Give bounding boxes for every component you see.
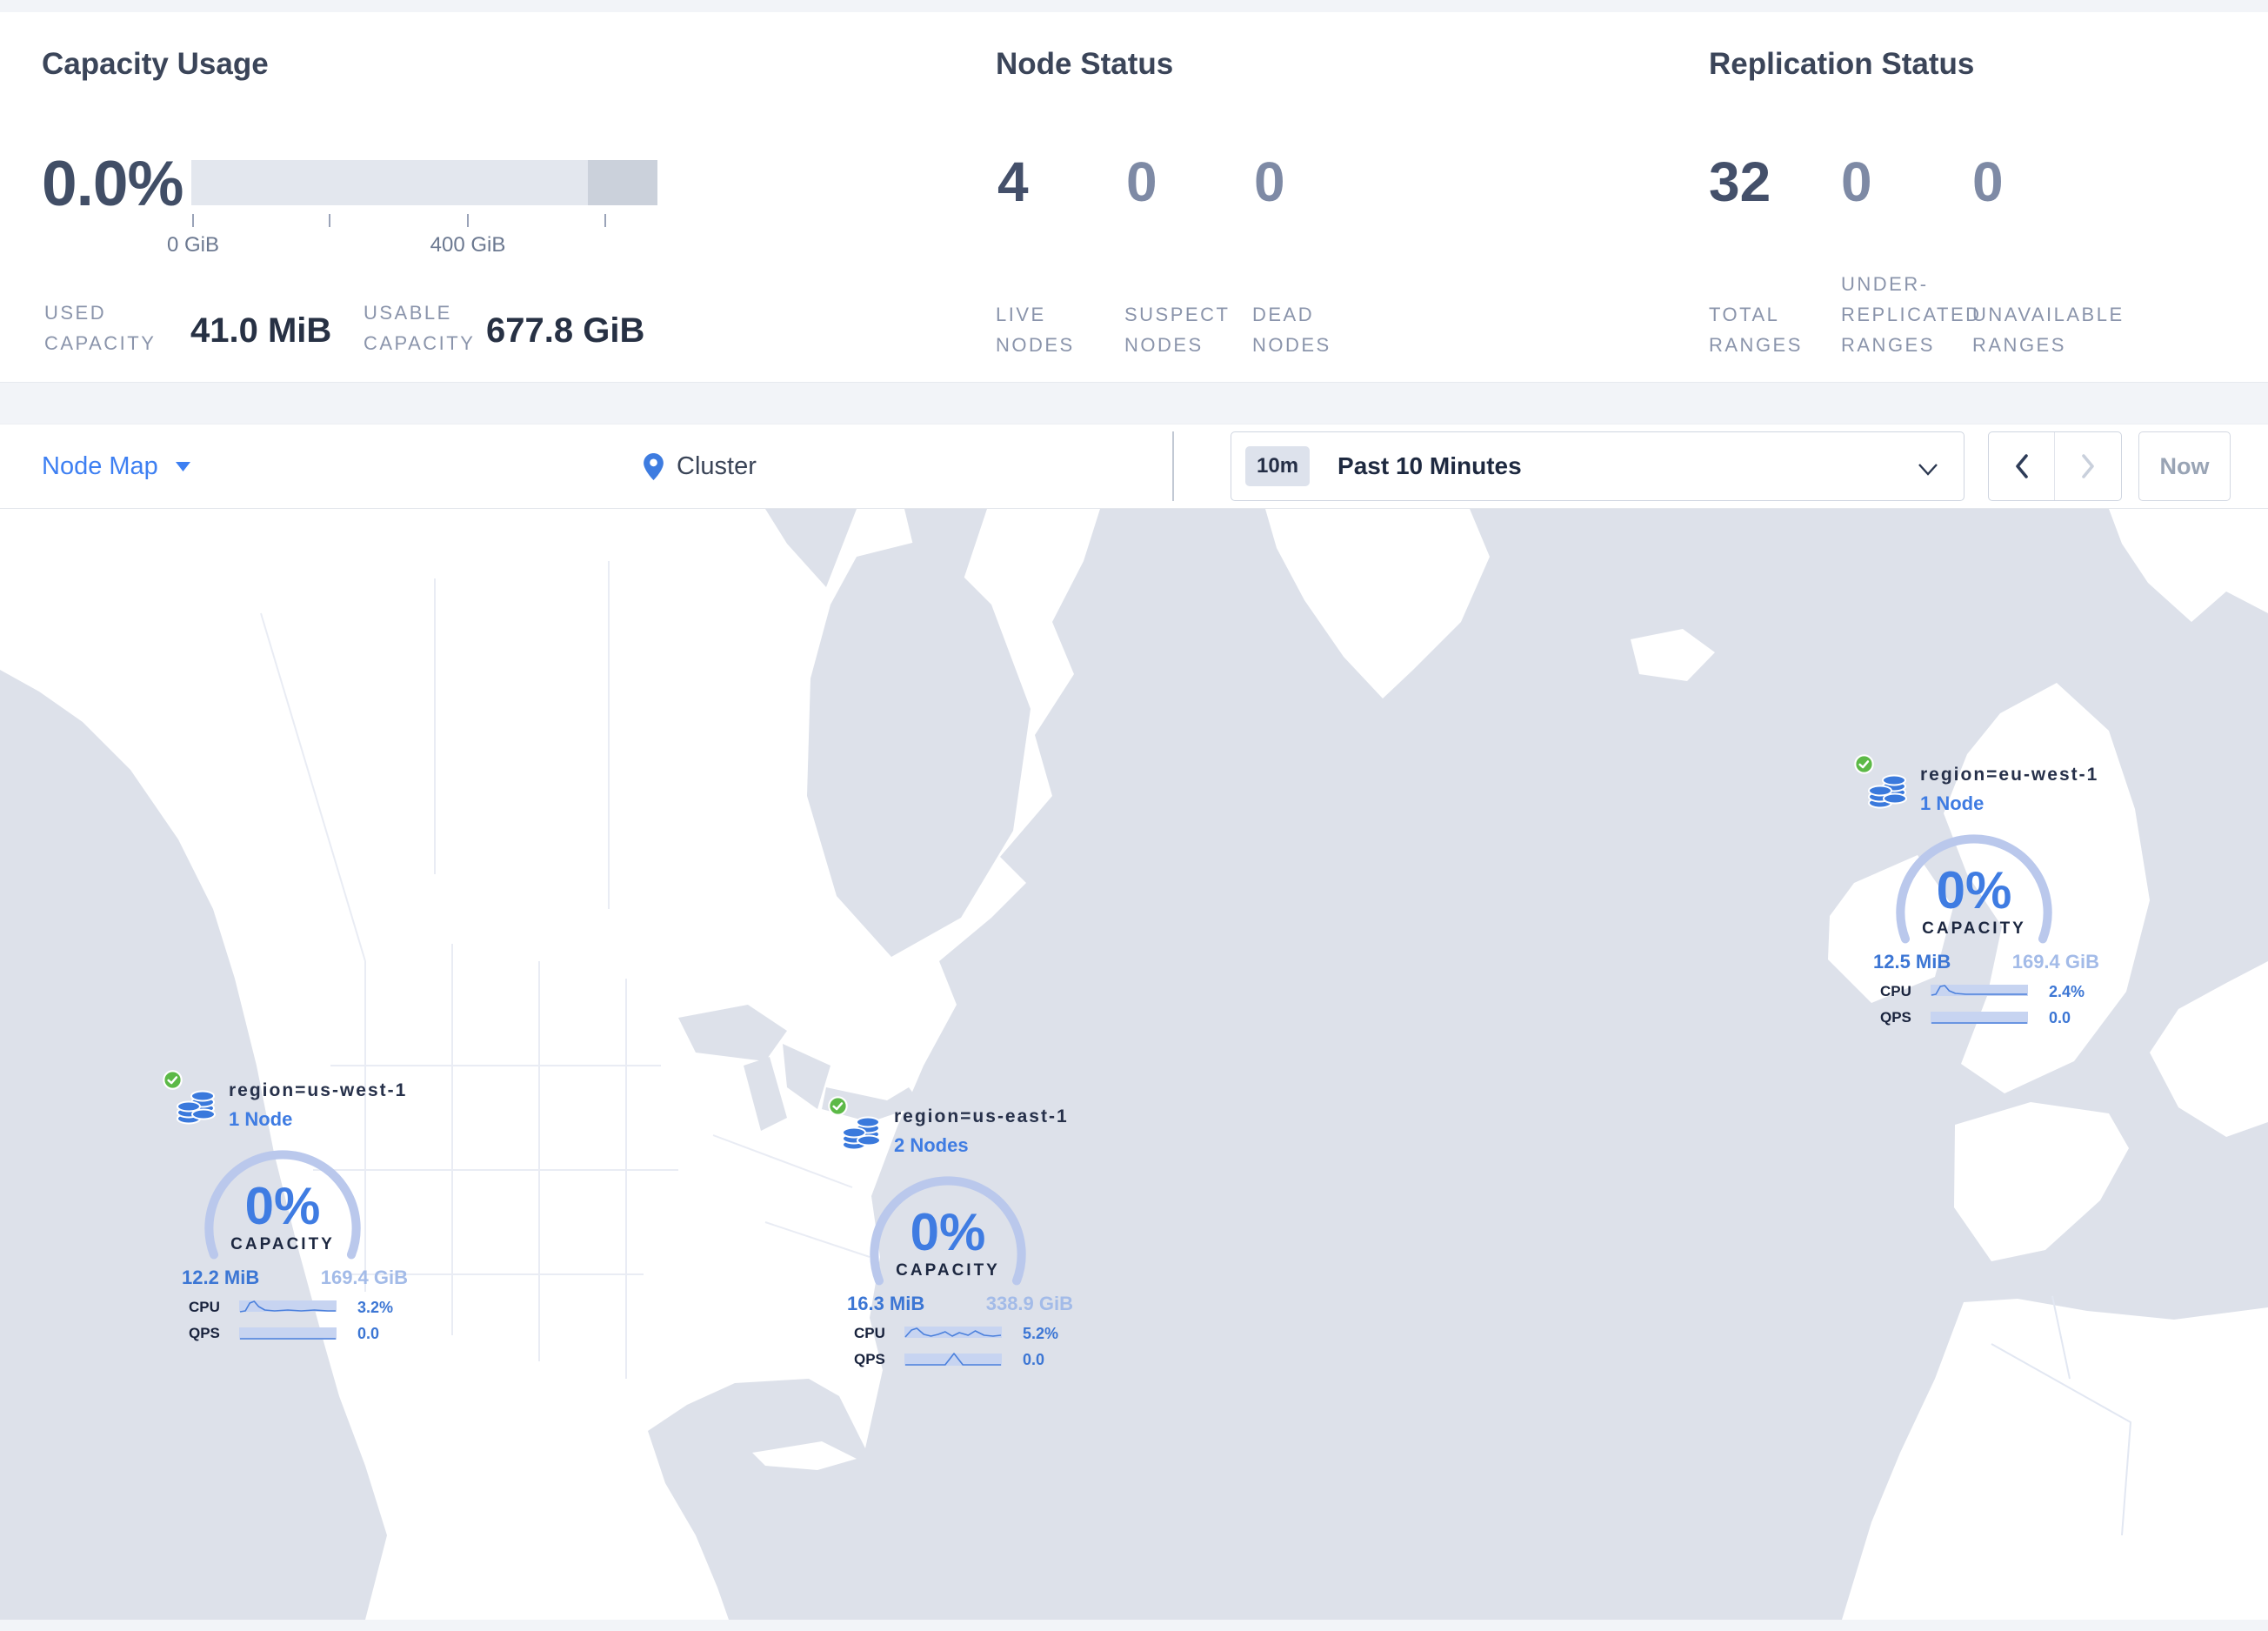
chevron-down-icon: [1918, 464, 1938, 476]
capacity-bar-end-segment: [588, 160, 657, 205]
used-capacity-label: USED CAPACITY: [44, 302, 157, 354]
database-stack-icon: [1868, 774, 1907, 809]
qps-value: 0.0: [1023, 1350, 1045, 1368]
capacity-total-value: 338.9 GiB: [985, 1293, 1073, 1314]
total-ranges-label: TOTAL RANGES: [1709, 304, 1803, 356]
suspect-nodes-label: SUSPECT NODES: [1124, 304, 1231, 356]
cpu-label: CPU: [189, 1299, 220, 1315]
used-capacity-value: 41.0 MiB: [190, 311, 332, 350]
toolbar-divider: [1172, 431, 1174, 501]
capacity-axis-tick: [604, 214, 606, 227]
map-toolbar: Node Map Cluster 10m Past 10 Minutes Now: [0, 424, 2268, 509]
breadcrumb[interactable]: Cluster: [644, 424, 757, 508]
map-pin-icon: [644, 452, 664, 480]
qps-label: QPS: [1880, 1009, 1911, 1026]
capacity-used-value: 12.2 MiB: [182, 1267, 260, 1288]
capacity-usage-title: Capacity Usage: [42, 47, 269, 81]
total-ranges-value: 32: [1709, 150, 1771, 213]
previous-time-window-button[interactable]: [1989, 432, 2055, 500]
cpu-sparkline: [1931, 985, 2028, 996]
capacity-axis-label-400: 400 GiB: [430, 233, 506, 257]
capacity-axis-tick: [329, 214, 330, 227]
capacity-axis-label-0: 0 GiB: [166, 233, 220, 257]
replication-status-title: Replication Status: [1709, 47, 1975, 81]
capacity-axis-tick: [467, 214, 469, 227]
node-count-link[interactable]: 1 Node: [229, 1108, 407, 1131]
node-count-link[interactable]: 1 Node: [1920, 792, 2098, 815]
region-marker-us-west-1[interactable]: region=us-west-1 1 Node 0% CAPACITY 12.2…: [163, 1070, 415, 1347]
cpu-label: CPU: [1880, 983, 1911, 999]
chevron-left-icon: [2015, 454, 2028, 478]
breadcrumb-label: Cluster: [677, 451, 757, 480]
qps-value: 0.0: [2049, 1008, 2071, 1026]
caret-down-icon: [175, 461, 190, 471]
suspect-nodes-value: 0: [1126, 150, 1157, 213]
capacity-gauge-percent: 0%: [910, 1203, 986, 1261]
time-window-arrows: [1988, 431, 2122, 501]
database-stack-icon: [177, 1090, 216, 1125]
dead-nodes-label: DEAD NODES: [1252, 304, 1331, 356]
view-selector-dropdown[interactable]: Node Map: [42, 424, 190, 508]
capacity-gauge-label: CAPACITY: [230, 1235, 335, 1253]
capacity-used-value: 12.5 MiB: [1873, 951, 1951, 973]
database-stack-icon: [842, 1116, 881, 1151]
qps-label: QPS: [854, 1351, 885, 1367]
capacity-gauge-label: CAPACITY: [1922, 919, 2026, 938]
unavailable-ranges-label: UNAVAILABLE RANGES: [1972, 304, 2125, 356]
under-replicated-ranges-label: UNDER- REPLICATED RANGES: [1841, 273, 1982, 356]
node-map-page: Capacity Usage 0.0% 0 GiB 400 GiB USED C…: [0, 0, 2268, 1631]
time-range-dropdown[interactable]: 10m Past 10 Minutes: [1231, 431, 1964, 501]
view-selector-label: Node Map: [42, 451, 158, 480]
node-map[interactable]: region=us-west-1 1 Node 0% CAPACITY 12.2…: [0, 509, 2268, 1620]
cpu-value: 3.2%: [357, 1298, 394, 1316]
capacity-gauge-percent: 0%: [1936, 861, 2012, 919]
qps-sparkline: [904, 1353, 1002, 1366]
region-marker-eu-west-1[interactable]: region=eu-west-1 1 Node 0% CAPACITY 12.5…: [1854, 754, 2106, 1031]
capacity-total-value: 169.4 GiB: [320, 1267, 408, 1288]
qps-sparkline: [239, 1327, 337, 1340]
capacity-total-value: 169.4 GiB: [2011, 951, 2099, 973]
dead-nodes-value: 0: [1254, 150, 1285, 213]
time-range-label: Past 10 Minutes: [1337, 452, 1522, 479]
time-range-badge: 10m: [1245, 446, 1311, 486]
cpu-value: 2.4%: [2049, 982, 2085, 1000]
cpu-sparkline: [239, 1300, 337, 1313]
live-nodes-label: LIVE NODES: [996, 304, 1075, 356]
qps-sparkline: [1931, 1012, 2028, 1024]
under-replicated-ranges-value: 0: [1841, 150, 1872, 213]
node-status-title: Node Status: [996, 47, 1174, 81]
qps-value: 0.0: [357, 1324, 380, 1342]
qps-label: QPS: [189, 1325, 220, 1341]
capacity-used-value: 16.3 MiB: [847, 1293, 925, 1314]
cpu-label: CPU: [854, 1325, 885, 1341]
region-label: region=us-east-1: [894, 1106, 1069, 1126]
world-map-graphic: [0, 509, 2268, 1620]
node-count-link[interactable]: 2 Nodes: [894, 1134, 1069, 1157]
region-label: region=eu-west-1: [1920, 765, 2099, 785]
capacity-axis-tick: [192, 214, 194, 227]
cluster-summary-panel: Capacity Usage 0.0% 0 GiB 400 GiB USED C…: [0, 12, 2268, 383]
capacity-usage-bar: [191, 160, 657, 205]
capacity-gauge-label: CAPACITY: [896, 1261, 1000, 1280]
usable-capacity-label: USABLE CAPACITY: [364, 302, 476, 354]
live-nodes-value: 4: [997, 150, 1029, 213]
cpu-sparkline: [904, 1327, 1002, 1338]
unavailable-ranges-value: 0: [1972, 150, 2004, 213]
capacity-used-percent: 0.0%: [42, 149, 183, 219]
chevron-right-icon: [2082, 454, 2094, 478]
capacity-gauge-percent: 0%: [244, 1177, 321, 1235]
next-time-window-button[interactable]: [2055, 432, 2121, 500]
usable-capacity-value: 677.8 GiB: [486, 311, 645, 350]
region-marker-us-east-1[interactable]: region=us-east-1 2 Nodes 0% CAPACITY 16.…: [828, 1096, 1080, 1373]
now-button[interactable]: Now: [2138, 431, 2231, 501]
region-label: region=us-west-1: [229, 1080, 408, 1100]
cpu-value: 5.2%: [1023, 1324, 1059, 1342]
